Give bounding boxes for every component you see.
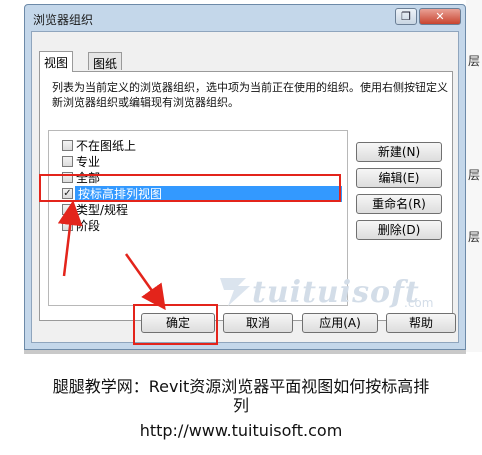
arrow-to-ok-button [124,253,166,311]
caption-line: 列 [232,396,249,415]
caption-url: http://www.tuituisoft.com [139,421,343,440]
caption-line: 腿腿教学网：Revit资源浏览器平面视图如何按标高排 [52,377,430,396]
arrow-to-selected-item [57,200,83,277]
tab-views[interactable]: 视图 [39,51,74,72]
